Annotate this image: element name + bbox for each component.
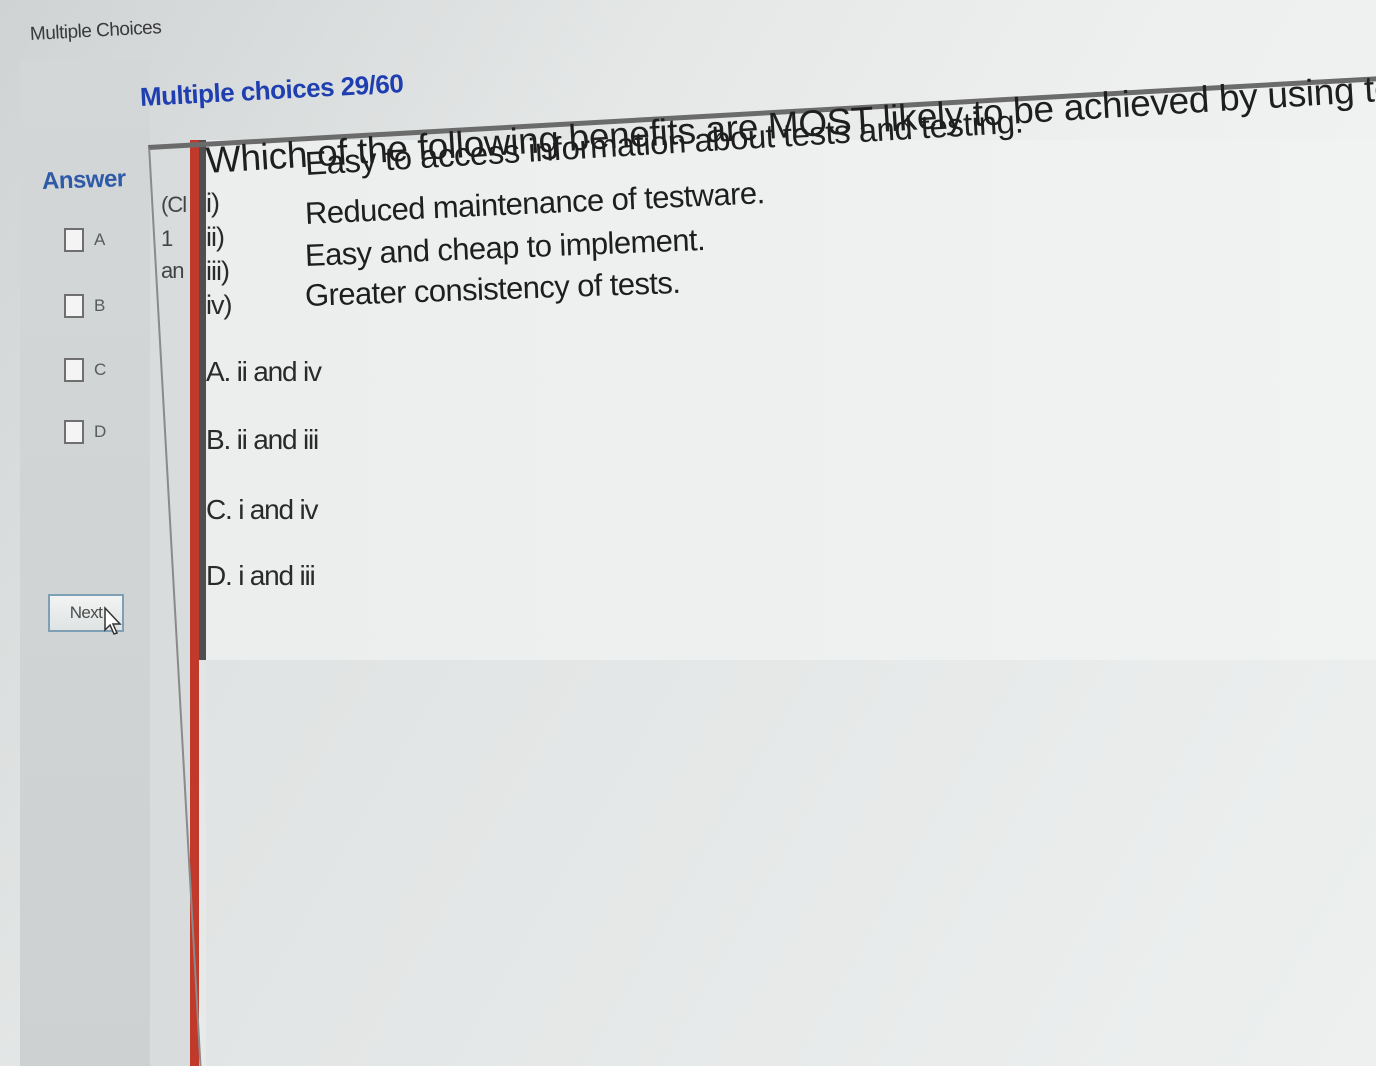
answer-panel: [20, 60, 150, 1066]
checkbox-icon[interactable]: [64, 358, 84, 382]
answer-checkbox-c[interactable]: C: [64, 358, 106, 382]
answer-checkbox-b[interactable]: B: [64, 294, 105, 318]
quiz-heading: Multiple choices 29/60: [139, 68, 404, 112]
answer-letter-a: A: [94, 230, 106, 249]
window-title: Multiple Choices: [29, 17, 162, 45]
checkbox-icon[interactable]: [64, 228, 84, 252]
option-letter: C.: [206, 494, 233, 525]
option-text: i and iv: [238, 494, 318, 525]
option-b[interactable]: B. ii and iii: [206, 424, 320, 456]
option-letter: B.: [206, 424, 231, 455]
answer-label: Answer: [41, 165, 127, 195]
option-d[interactable]: D. i and iii: [206, 560, 316, 592]
option-a[interactable]: A. ii and iv: [206, 356, 322, 388]
answer-checkbox-d[interactable]: D: [64, 420, 106, 444]
option-letter: D.: [206, 560, 233, 591]
statement-numeral-2: ii): [206, 222, 225, 252]
mouse-cursor-icon: [104, 606, 122, 635]
checkbox-icon[interactable]: [64, 294, 84, 318]
answer-checkbox-a[interactable]: A: [64, 228, 105, 252]
answer-letter-d: D: [94, 422, 107, 441]
option-text: ii and iv: [236, 356, 322, 387]
screen: Multiple Choices Multiple choices 29/60 …: [0, 0, 1376, 1066]
option-c[interactable]: C. i and iv: [206, 494, 319, 526]
option-text: i and iii: [238, 560, 316, 591]
option-text: ii and iii: [236, 424, 320, 455]
answer-letter-b: B: [94, 296, 106, 315]
statement-numeral-1: i): [206, 188, 220, 218]
answer-letter-c: C: [94, 360, 107, 379]
statement-numeral-4: iv): [206, 290, 232, 320]
checkbox-icon[interactable]: [64, 420, 84, 444]
statement-numeral-3: iii): [206, 256, 230, 286]
option-letter: A.: [206, 356, 231, 387]
